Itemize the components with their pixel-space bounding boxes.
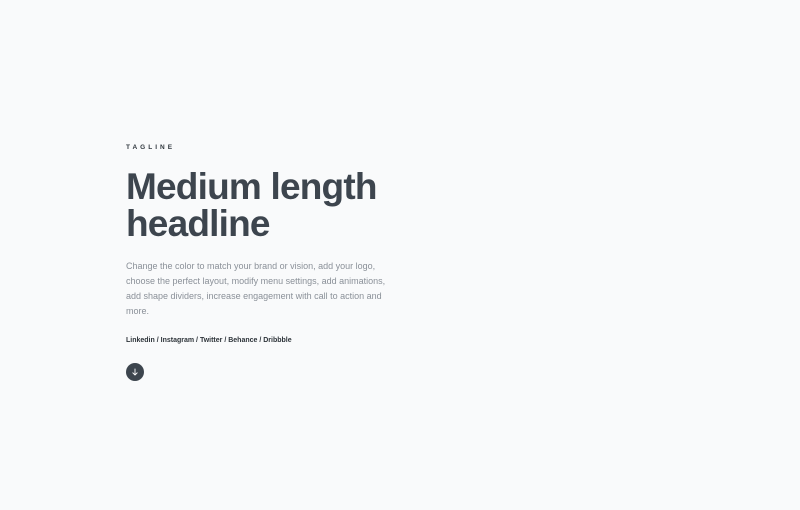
social-link-instagram[interactable]: Instagram [161, 337, 194, 344]
social-link-linkedin[interactable]: Linkedin [126, 337, 155, 344]
hero-description: Change the color to match your brand or … [126, 261, 386, 316]
headline: Medium length headline [126, 166, 377, 244]
arrow-down-icon [132, 368, 138, 376]
hero-section: TAGLINE Medium length headline Change th… [126, 144, 426, 381]
social-links: Linkedin / Instagram / Twitter / Behance… [126, 336, 426, 346]
social-link-twitter[interactable]: Twitter [200, 337, 222, 344]
tagline: TAGLINE [126, 144, 176, 151]
social-link-behance[interactable]: Behance [228, 337, 257, 344]
social-link-dribbble[interactable]: Dribbble [263, 337, 291, 344]
scroll-down-button[interactable] [126, 363, 144, 381]
